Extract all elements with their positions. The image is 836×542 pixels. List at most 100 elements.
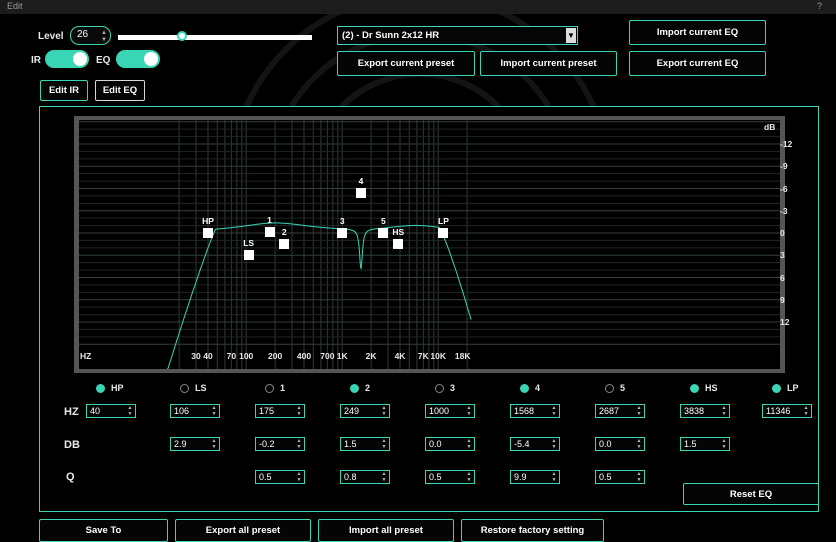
band-toggle-5[interactable]: 5 [605, 383, 625, 394]
export-all-preset-button[interactable]: Export all preset [175, 519, 311, 542]
band-2-q-field[interactable]: 0.8 ▲ ▼ [340, 470, 390, 484]
spinner-arrows-icon[interactable]: ▲ ▼ [635, 405, 643, 417]
spinner-arrows-icon[interactable]: ▲ ▼ [550, 438, 558, 450]
help-button[interactable]: ? [817, 1, 822, 11]
reset-eq-button[interactable]: Reset EQ [683, 483, 819, 505]
export-current-eq-button[interactable]: Export current EQ [629, 51, 766, 76]
band-hs-hz-field[interactable]: 3838 ▲ ▼ [680, 404, 730, 418]
spinner-arrows-icon[interactable]: ▲ ▼ [126, 405, 134, 417]
band-name: 3 [450, 383, 456, 393]
export-current-preset-button[interactable]: Export current preset [337, 51, 475, 76]
eq-point-2[interactable] [279, 239, 290, 250]
eq-point-hs[interactable] [393, 239, 404, 250]
db-value: 0.0 [429, 439, 442, 449]
spinner-arrows-icon[interactable]: ▲ ▼ [210, 405, 218, 417]
band-ls-hz-field[interactable]: 106 ▲ ▼ [170, 404, 220, 418]
eq-point-label: 4 [358, 175, 364, 186]
spinner-arrows-icon[interactable]: ▲ ▼ [802, 405, 810, 417]
eq-point-ls[interactable] [243, 249, 254, 260]
spinner-arrows-icon[interactable]: ▲ ▼ [635, 438, 643, 450]
band-2-hz-field[interactable]: 249 ▲ ▼ [340, 404, 390, 418]
band-name: HS [705, 383, 718, 393]
band-toggle-3[interactable]: 3 [435, 383, 456, 394]
band-hs-db-field[interactable]: 1.5 ▲ ▼ [680, 437, 730, 451]
import-all-preset-button[interactable]: Import all preset [318, 519, 454, 542]
band-lp-hz-field[interactable]: 11346 ▲ ▼ [762, 404, 812, 418]
level-down-icon[interactable]: ▼ [101, 37, 107, 43]
q-value: 0.5 [259, 472, 272, 482]
band-4-q-field[interactable]: 9.9 ▲ ▼ [510, 470, 560, 484]
y-tick-label: 9 [780, 294, 785, 305]
band-3-db-field[interactable]: 0.0 ▲ ▼ [425, 437, 475, 451]
band-1-q-field[interactable]: 0.5 ▲ ▼ [255, 470, 305, 484]
radio-icon[interactable] [350, 384, 359, 394]
level-up-icon[interactable]: ▲ [101, 30, 107, 36]
band-toggle-ls[interactable]: LS [180, 383, 207, 394]
band-toggle-hs[interactable]: HS [690, 383, 718, 394]
restore-factory-setting-button[interactable]: Restore factory setting [461, 519, 604, 542]
db-value: 1.5 [684, 439, 697, 449]
eq-point-hp[interactable] [203, 228, 213, 238]
band-hp-hz-field[interactable]: 40 ▲ ▼ [86, 404, 136, 418]
spinner-arrows-icon[interactable]: ▲ ▼ [550, 471, 558, 483]
radio-icon[interactable] [180, 384, 189, 394]
eq-point-label: 1 [267, 214, 272, 225]
tab-edit-eq[interactable]: Edit EQ [95, 80, 145, 101]
band-5-db-field[interactable]: 0.0 ▲ ▼ [595, 437, 645, 451]
radio-icon[interactable] [96, 384, 105, 394]
radio-icon[interactable] [605, 384, 614, 394]
spinner-arrows-icon[interactable]: ▲ ▼ [720, 438, 728, 450]
spinner-arrows-icon[interactable]: ▲ ▼ [295, 471, 303, 483]
band-1-db-field[interactable]: -0.2 ▲ ▼ [255, 437, 305, 451]
level-slider[interactable] [118, 35, 312, 40]
import-current-eq-button[interactable]: Import current EQ [629, 20, 766, 45]
level-slider-handle[interactable] [176, 31, 187, 41]
q-value: 0.5 [599, 472, 612, 482]
band-2-db-field[interactable]: 1.5 ▲ ▼ [340, 437, 390, 451]
row-label-hz: HZ [64, 406, 79, 418]
ir-toggle[interactable] [45, 50, 89, 68]
radio-icon[interactable] [690, 384, 699, 394]
band-toggle-4[interactable]: 4 [520, 383, 540, 394]
tab-edit-ir[interactable]: Edit IR [40, 80, 88, 101]
band-toggle-1[interactable]: 1 [265, 383, 285, 394]
band-3-q-field[interactable]: 0.5 ▲ ▼ [425, 470, 475, 484]
band-1-hz-field[interactable]: 175 ▲ ▼ [255, 404, 305, 418]
spinner-arrows-icon[interactable]: ▲ ▼ [295, 405, 303, 417]
spinner-arrows-icon[interactable]: ▲ ▼ [465, 405, 473, 417]
radio-icon[interactable] [520, 384, 529, 394]
eq-point-lp[interactable] [438, 228, 449, 238]
radio-icon[interactable] [265, 384, 274, 394]
spinner-arrows-icon[interactable]: ▲ ▼ [465, 438, 473, 450]
radio-icon[interactable] [435, 384, 444, 394]
band-4-db-field[interactable]: -5.4 ▲ ▼ [510, 437, 560, 451]
spinner-arrows-icon[interactable]: ▲ ▼ [465, 471, 473, 483]
band-4-hz-field[interactable]: 1568 ▲ ▼ [510, 404, 560, 418]
spinner-arrows-icon[interactable]: ▲ ▼ [380, 405, 388, 417]
band-5-q-field[interactable]: 0.5 ▲ ▼ [595, 470, 645, 484]
eq-point-3[interactable] [337, 228, 348, 238]
radio-icon[interactable] [772, 384, 781, 394]
spinner-arrows-icon[interactable]: ▲ ▼ [720, 405, 728, 417]
band-toggle-lp[interactable]: LP [772, 383, 799, 394]
band-toggle-2[interactable]: 2 [350, 383, 370, 394]
band-5-hz-field[interactable]: 2687 ▲ ▼ [595, 404, 645, 418]
save-to-button[interactable]: Save To [39, 519, 168, 542]
q-value: 9.9 [514, 472, 527, 482]
preset-dropdown[interactable]: (2) - Dr Sunn 2x12 HR ▼ [337, 26, 578, 45]
spinner-arrows-icon[interactable]: ▲ ▼ [550, 405, 558, 417]
eq-toggle[interactable] [116, 50, 160, 68]
x-tick-label: 4K [394, 351, 406, 361]
band-3-hz-field[interactable]: 1000 ▲ ▼ [425, 404, 475, 418]
spinner-arrows-icon[interactable]: ▲ ▼ [635, 471, 643, 483]
band-ls-db-field[interactable]: 2.9 ▲ ▼ [170, 437, 220, 451]
spinner-arrows-icon[interactable]: ▲ ▼ [380, 471, 388, 483]
band-toggle-hp[interactable]: HP [96, 383, 124, 394]
spinner-arrows-icon[interactable]: ▲ ▼ [210, 438, 218, 450]
spinner-arrows-icon[interactable]: ▲ ▼ [295, 438, 303, 450]
chevron-down-icon[interactable]: ▼ [566, 28, 576, 43]
spinner-arrows-icon[interactable]: ▲ ▼ [380, 438, 388, 450]
eq-point-4[interactable] [355, 187, 366, 198]
level-spinbox[interactable]: 26 ▲ ▼ [70, 26, 111, 45]
import-current-preset-button[interactable]: Import current preset [480, 51, 617, 76]
